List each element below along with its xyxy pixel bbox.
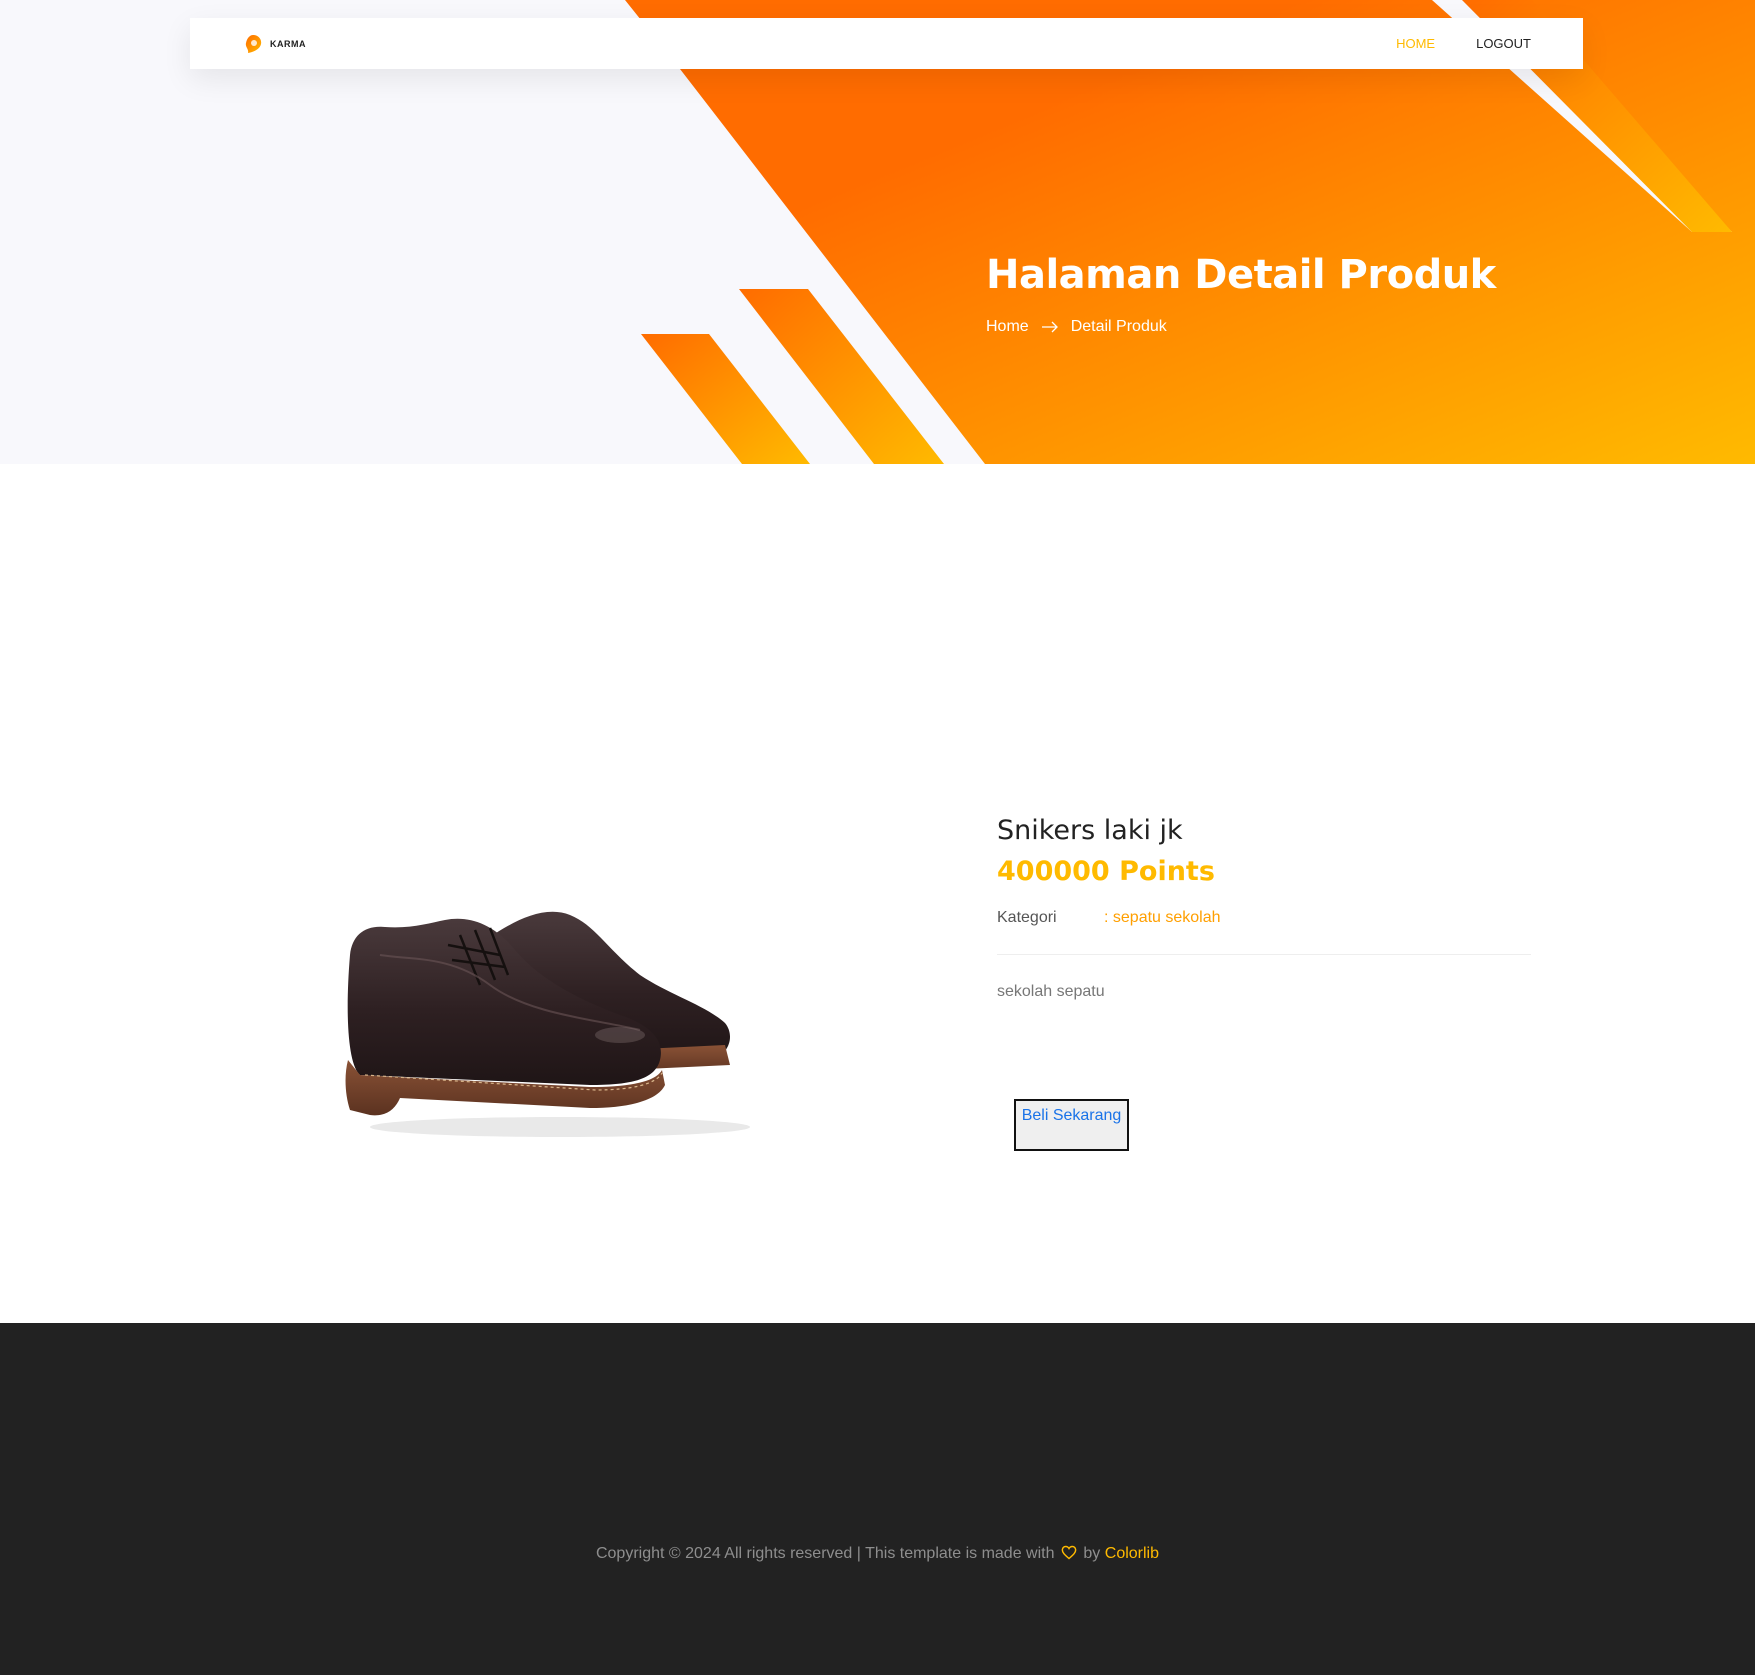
product-info: Snikers laki jk 400000 Points Kategori :… [997,815,1531,1001]
product-image [345,911,750,1137]
karma-logo-icon [245,34,262,53]
category-value[interactable]: : sepatu sekolah [1104,909,1221,927]
product-price: 400000 Points [997,856,1215,887]
banner-decorative-shapes [625,0,1755,464]
arrow-right-icon [1041,321,1058,333]
copyright-prefix: Copyright © 2024 All rights reserved | T… [595,1545,1055,1562]
banner-content: Halaman Detail Produk Home Detail Produk [986,252,1496,336]
logo-text: KARMA [270,38,306,49]
footer: Copyright © 2024 All rights reserved | T… [0,1323,1755,1675]
nav-home-link[interactable]: HOME [1396,36,1435,51]
breadcrumb-current-link[interactable]: Detail Produk [1071,318,1167,336]
logo[interactable]: KARMA [242,33,306,55]
banner-area: KARMA HOME LOGOUT Halaman Detail Produk … [0,0,1755,464]
breadcrumb: Home Detail Produk [986,318,1496,336]
product-name: Snikers laki jk [997,815,1183,846]
breadcrumb-home-link[interactable]: Home [986,318,1029,336]
product-description: sekolah sepatu [997,983,1105,1000]
category-label: Kategori [997,909,1057,926]
nav-menu: HOME LOGOUT [1396,36,1531,51]
divider [997,954,1531,955]
heart-icon [1061,1545,1077,1560]
page-title: Halaman Detail Produk [986,252,1496,298]
nav-logout-link[interactable]: LOGOUT [1476,36,1531,51]
copyright-by: by [1083,1545,1101,1562]
buy-now-button[interactable]: Beli Sekarang [1014,1099,1129,1151]
copyright-text: Copyright © 2024 All rights reserved | T… [0,1545,1755,1563]
main-navbar: KARMA HOME LOGOUT [190,18,1583,69]
category-row: Kategori : sepatu sekolah [997,909,1531,927]
colorlib-link[interactable]: Colorlib [1105,1545,1159,1562]
